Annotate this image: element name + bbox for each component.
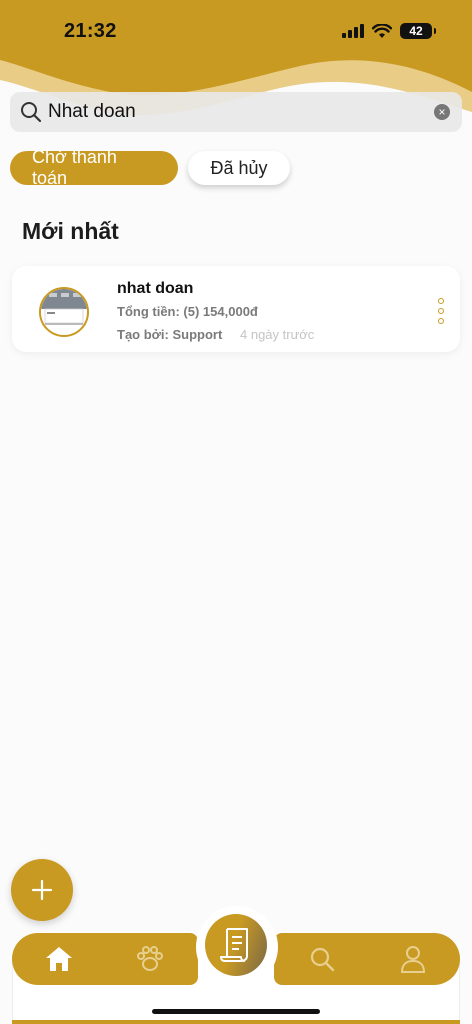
order-total: Tổng tiền: (5) 154,000đ bbox=[117, 304, 258, 319]
search-bar[interactable]: × bbox=[10, 92, 462, 132]
bottom-nav-left bbox=[12, 933, 198, 985]
home-icon bbox=[46, 947, 72, 971]
user-icon bbox=[400, 946, 426, 973]
status-indicators: 42 bbox=[342, 23, 436, 39]
status-tabs: Chờ thanh toán Đã hủy bbox=[10, 147, 290, 188]
nav-orders[interactable] bbox=[205, 914, 267, 976]
cellular-signal-icon bbox=[342, 24, 364, 38]
wifi-icon bbox=[372, 23, 392, 38]
order-time: 4 ngày trước bbox=[240, 327, 315, 342]
tab-pending-payment[interactable]: Chờ thanh toán bbox=[10, 147, 178, 188]
section-title: Mới nhất bbox=[22, 218, 119, 244]
more-vertical-icon[interactable] bbox=[436, 298, 446, 324]
order-thumbnail bbox=[39, 287, 89, 337]
bottom-accent-line bbox=[12, 1020, 460, 1024]
plus-icon bbox=[31, 879, 53, 901]
tab-cancelled[interactable]: Đã hủy bbox=[188, 151, 290, 185]
battery-icon: 42 bbox=[400, 23, 436, 39]
order-customer-name: nhat doan bbox=[117, 280, 194, 297]
receipt-icon bbox=[220, 928, 248, 962]
nav-search[interactable] bbox=[306, 943, 338, 975]
home-indicator bbox=[152, 1009, 320, 1014]
paw-icon bbox=[137, 946, 163, 971]
status-time: 21:32 bbox=[64, 19, 117, 42]
add-order-button[interactable] bbox=[11, 859, 73, 921]
order-creator: Tạo bởi: Support bbox=[117, 327, 223, 342]
order-card[interactable]: nhat doan Tổng tiền: (5) 154,000đ Tạo bở… bbox=[12, 266, 460, 352]
bottom-nav-right bbox=[274, 933, 460, 985]
search-icon bbox=[18, 99, 44, 125]
status-bar: 21:32 42 bbox=[0, 0, 472, 62]
search-input[interactable] bbox=[44, 101, 434, 123]
close-icon[interactable]: × bbox=[434, 104, 450, 120]
nav-home[interactable] bbox=[43, 943, 75, 975]
nav-profile[interactable] bbox=[397, 943, 429, 975]
search-icon bbox=[310, 947, 335, 972]
nav-pets[interactable] bbox=[134, 943, 166, 975]
